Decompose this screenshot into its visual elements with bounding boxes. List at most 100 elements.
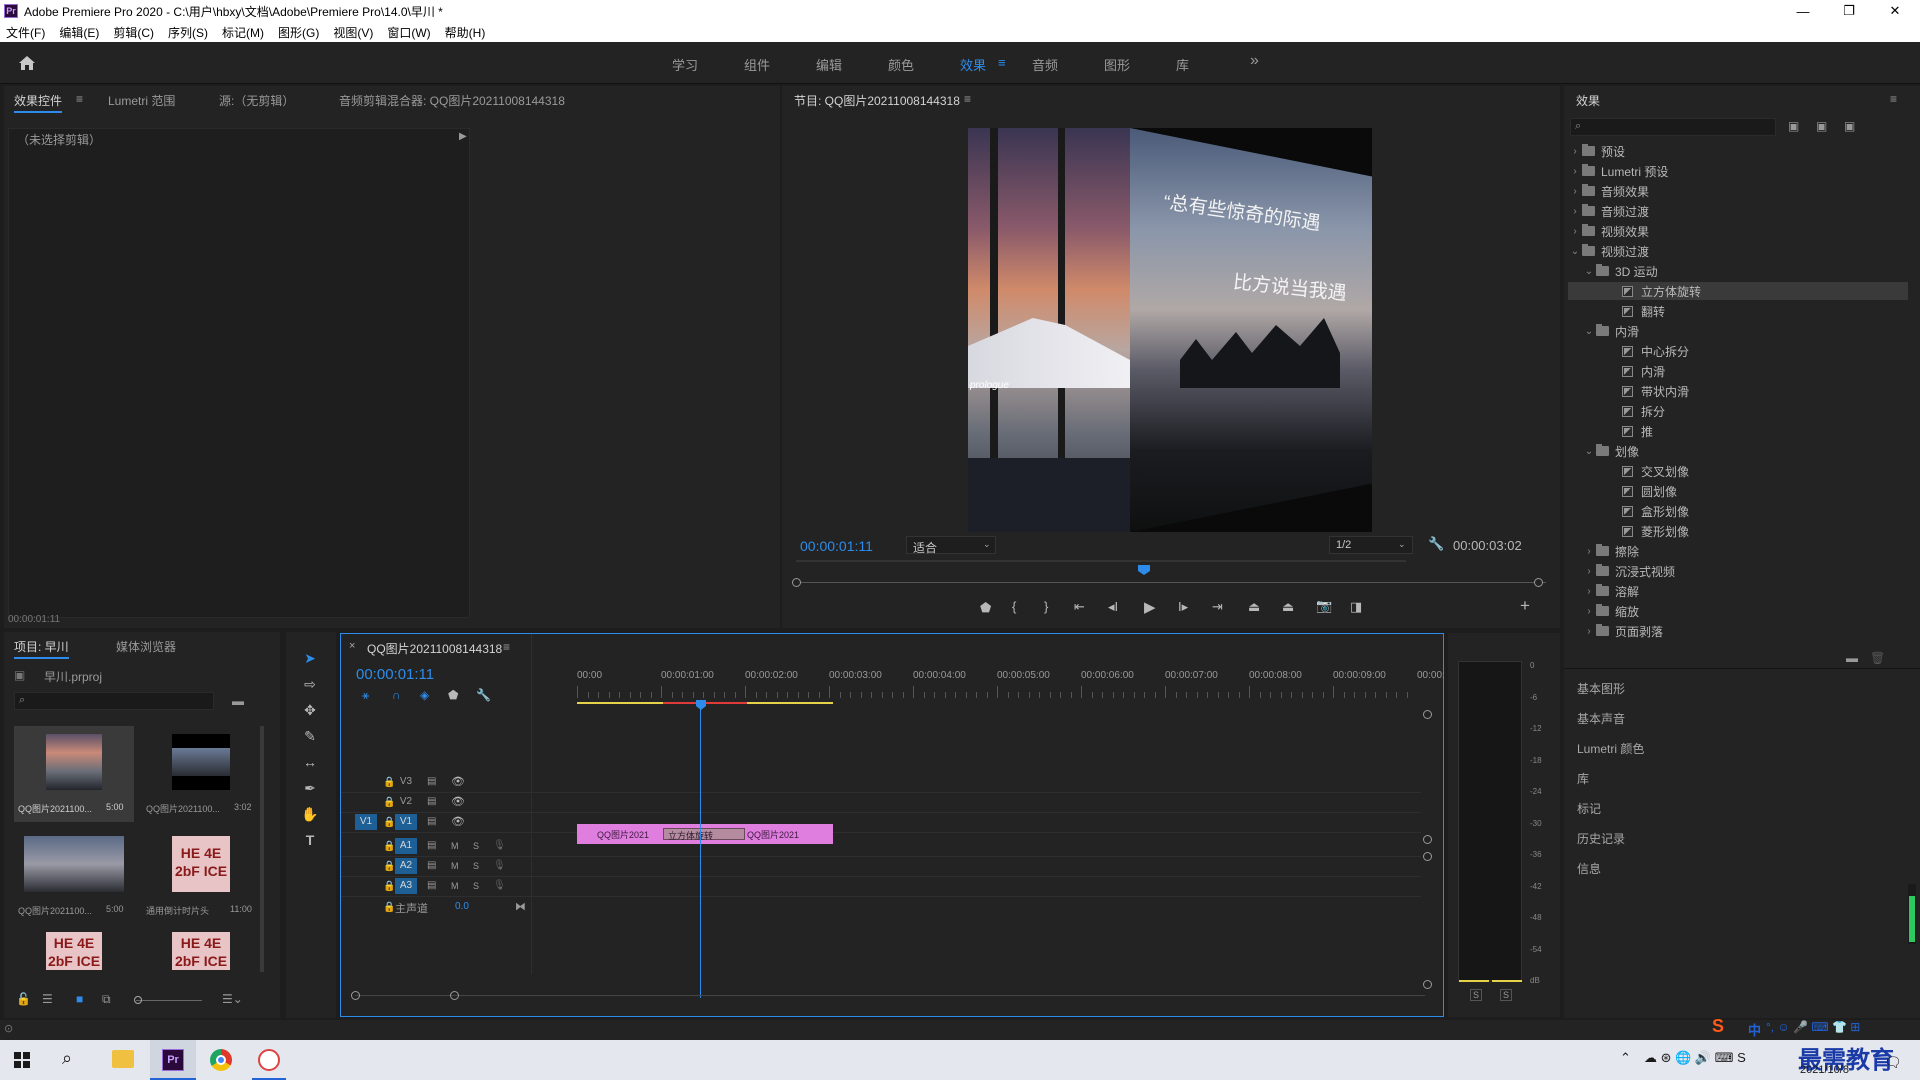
chevron-down-icon[interactable]: ⌄ <box>1582 326 1596 337</box>
menu-clip[interactable]: 剪辑(C) <box>113 24 154 41</box>
horizontal-zoom-handle[interactable] <box>450 991 459 1000</box>
menu-marker[interactable]: 标记(M) <box>222 24 264 41</box>
freeform-view-icon[interactable]: ⧉ <box>102 992 111 1007</box>
project-search-input[interactable]: ⌕ <box>14 692 214 710</box>
mic-icon[interactable]: 🎙 <box>493 840 506 851</box>
track-target[interactable]: V3 <box>395 774 417 790</box>
eye-icon[interactable]: 👁 <box>451 775 465 788</box>
program-timecode[interactable]: 00:00:01:11 <box>800 538 873 554</box>
effect-item[interactable]: 盒形划像 <box>1568 502 1908 520</box>
project-item[interactable]: QQ图片2021100... 5:00 <box>14 828 134 924</box>
project-scrollbar[interactable] <box>260 726 264 972</box>
master-volume-value[interactable]: 0.0 <box>455 901 469 912</box>
volume-scroll[interactable] <box>1908 884 1916 944</box>
eye-icon[interactable]: 👁 <box>451 815 465 828</box>
more-workspaces-icon[interactable]: » <box>1250 52 1259 70</box>
playhead-marker[interactable] <box>1138 565 1150 575</box>
track-target[interactable]: A3 <box>395 878 417 894</box>
effects-folder[interactable]: › Lumetri 预设 <box>1568 162 1908 180</box>
menu-sequence[interactable]: 序列(S) <box>168 24 208 41</box>
chevron-right-icon[interactable]: › <box>1568 146 1582 157</box>
zoom-handle-right[interactable] <box>1534 578 1543 587</box>
effect-item[interactable]: 交叉划像 <box>1568 462 1908 480</box>
lock-icon[interactable]: 🔒 <box>383 777 395 788</box>
tab-audio-clip-mixer[interactable]: 音频剪辑混合器: QQ图片20211008144318 <box>339 92 565 109</box>
accelerated-effects-icon[interactable]: ▣ <box>1788 119 1799 133</box>
project-item[interactable]: QQ图片2021100... 3:02 <box>142 726 262 822</box>
chevron-right-icon[interactable]: › <box>1582 546 1596 557</box>
pen-tool-icon[interactable]: ✒ <box>300 780 320 797</box>
type-tool-icon[interactable]: T <box>300 832 320 848</box>
panel-info[interactable]: 信息 <box>1577 860 1601 877</box>
mute-button[interactable]: M <box>451 861 459 871</box>
32bit-effects-icon[interactable]: ▣ <box>1816 119 1827 133</box>
snap-icon[interactable]: ∩ <box>392 688 401 702</box>
solo-right-button[interactable]: S <box>1500 989 1513 1001</box>
workspace-effects[interactable]: 效果 <box>960 55 986 74</box>
menu-file[interactable]: 文件(F) <box>6 24 45 41</box>
icon-view-icon[interactable]: ■ <box>76 992 83 1006</box>
vertical-zoom-handle[interactable] <box>1423 710 1432 719</box>
nest-icon[interactable]: ⚹ <box>362 688 369 703</box>
panel-libraries[interactable]: 库 <box>1577 770 1589 787</box>
panel-history[interactable]: 历史记录 <box>1577 830 1625 847</box>
panel-essential-graphics[interactable]: 基本图形 <box>1577 680 1625 697</box>
chrome-icon[interactable] <box>210 1049 232 1071</box>
effect-item[interactable]: 翻转 <box>1568 302 1908 320</box>
sync-lock-icon[interactable]: ▤ <box>427 796 436 807</box>
windows-start-icon[interactable] <box>14 1052 30 1068</box>
comparison-view-icon[interactable]: ◨ <box>1350 599 1362 615</box>
lock-icon[interactable]: 🔓 <box>16 992 31 1006</box>
panel-menu-icon[interactable]: ≡ <box>1890 92 1897 106</box>
yuv-effects-icon[interactable]: ▣ <box>1844 119 1855 133</box>
effects-folder[interactable]: › 缩放 <box>1568 602 1908 620</box>
maximize-button[interactable]: ❐ <box>1826 0 1872 22</box>
lock-icon[interactable]: 🔒 <box>383 881 395 892</box>
project-item[interactable]: HE 4E 2bF ICE <box>142 930 262 970</box>
track-target[interactable]: V2 <box>395 794 417 810</box>
effect-item[interactable]: 推 <box>1568 422 1908 440</box>
workspace-graphics[interactable]: 图形 <box>1104 55 1130 74</box>
search-icon[interactable]: ⌕ <box>62 1048 72 1069</box>
sync-lock-icon[interactable]: ▤ <box>427 816 436 827</box>
expand-arrow-icon[interactable]: ▶ <box>459 131 467 142</box>
effect-item[interactable]: 拆分 <box>1568 402 1908 420</box>
ime-toolbar-icons[interactable]: °, ☺ 🎤 ⌨ 👕 ⊞ <box>1766 1020 1860 1034</box>
solo-button[interactable]: S <box>473 881 479 891</box>
effects-search-input[interactable]: ⌕ <box>1570 118 1776 136</box>
timeline-playhead-handle[interactable] <box>696 700 706 710</box>
sogou-logo-icon[interactable]: S <box>1712 1016 1724 1037</box>
tray-icons[interactable]: ☁ ⊛ 🌐 🔊 ⌨ S <box>1644 1050 1746 1066</box>
video-clip-a[interactable]: QQ图片2021 <box>577 824 663 844</box>
effects-folder[interactable]: ⌄ 划像 <box>1568 442 1908 460</box>
mute-button[interactable]: M <box>451 881 459 891</box>
close-tab-icon[interactable]: × <box>349 640 355 652</box>
sync-lock-icon[interactable]: ▤ <box>427 840 436 851</box>
panel-menu-icon[interactable]: ≡ <box>76 92 83 106</box>
new-bin-icon[interactable]: ▬ <box>1846 651 1858 665</box>
chevron-right-icon[interactable]: › <box>1568 166 1582 177</box>
sync-lock-icon[interactable]: ▤ <box>427 776 436 787</box>
tray-overflow-icon[interactable]: ⌃ <box>1620 1050 1631 1066</box>
track-target[interactable]: A2 <box>395 858 417 874</box>
sort-icon[interactable]: ☰⌄ <box>222 992 243 1006</box>
workspace-assembly[interactable]: 组件 <box>744 55 770 74</box>
lock-icon[interactable]: 🔒 <box>383 817 395 828</box>
sync-lock-icon[interactable]: ▤ <box>427 860 436 871</box>
effects-folder[interactable]: ⌄ 3D 运动 <box>1568 262 1908 280</box>
chevron-down-icon[interactable]: ⌄ <box>1582 266 1596 277</box>
effect-item[interactable]: 内滑 <box>1568 362 1908 380</box>
timeline-settings-icon[interactable]: 🔧 <box>476 688 491 702</box>
mute-button[interactable]: M <box>451 841 459 851</box>
chevron-down-icon[interactable]: ⌄ <box>1582 446 1596 457</box>
chevron-down-icon[interactable]: ⌄ <box>1568 246 1582 257</box>
menu-graphics[interactable]: 图形(G) <box>278 24 319 41</box>
paint-app-icon[interactable] <box>258 1049 280 1071</box>
panel-essential-sound[interactable]: 基本声音 <box>1577 710 1625 727</box>
minimize-button[interactable]: — <box>1780 0 1826 22</box>
notification-icon[interactable]: 🗨 <box>1884 1054 1902 1071</box>
effects-folder[interactable]: › 沉浸式视频 <box>1568 562 1908 580</box>
razor-tool-icon[interactable]: ✎ <box>300 728 320 745</box>
eye-icon[interactable]: 👁 <box>451 795 465 808</box>
workspace-color[interactable]: 颜色 <box>888 55 914 74</box>
